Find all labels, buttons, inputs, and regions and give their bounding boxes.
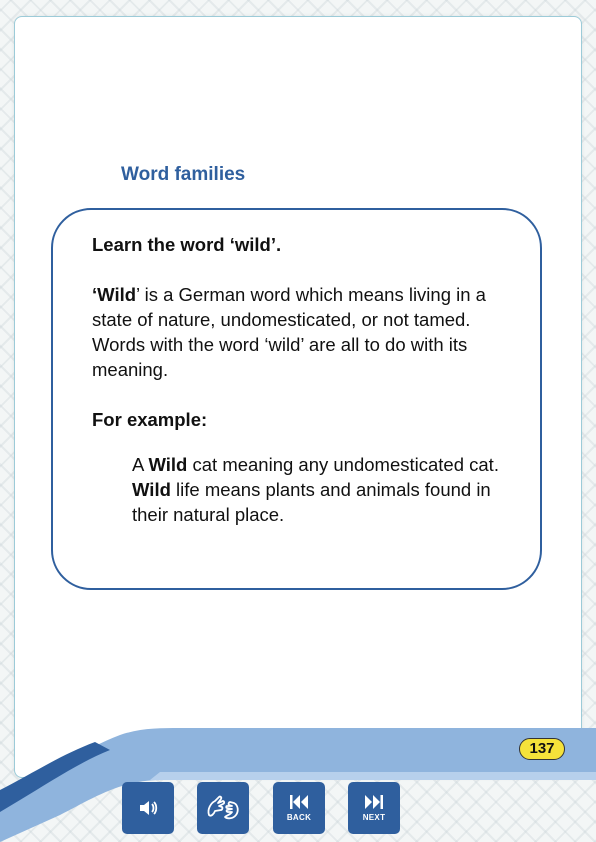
next-label: NEXT bbox=[362, 813, 386, 822]
example-text: cat meaning any undomesticated cat. bbox=[187, 454, 499, 475]
definition-rest: ’ is a German word which means living in… bbox=[92, 284, 486, 380]
speaker-icon bbox=[137, 797, 159, 819]
skip-back-icon bbox=[289, 794, 309, 810]
page-number-badge: 137 bbox=[519, 738, 565, 760]
definition-bold-word: ‘Wild bbox=[92, 284, 137, 305]
example-list: A Wild cat meaning any undomesticated ca… bbox=[132, 452, 512, 527]
skip-forward-icon bbox=[364, 794, 384, 810]
example-bold-word: Wild bbox=[148, 454, 188, 475]
example-text: life means plants and animals found in t… bbox=[132, 479, 491, 525]
audio-button[interactable] bbox=[122, 782, 174, 834]
sign-language-icon bbox=[205, 793, 241, 823]
sign-language-button[interactable] bbox=[197, 782, 249, 834]
content-card: Learn the word ‘wild’. ‘Wild’ is a Germa… bbox=[51, 208, 542, 590]
example-heading: For example: bbox=[92, 409, 208, 430]
next-button[interactable]: NEXT bbox=[348, 782, 400, 834]
back-button[interactable]: BACK bbox=[273, 782, 325, 834]
definition-paragraph: ‘Wild’ is a German word which means livi… bbox=[92, 282, 512, 382]
back-label: BACK bbox=[286, 813, 312, 822]
card-text: Learn the word ‘wild’. ‘Wild’ is a Germa… bbox=[92, 232, 512, 527]
example-item: A Wild cat meaning any undomesticated ca… bbox=[132, 452, 512, 477]
example-prefix: A bbox=[132, 454, 149, 475]
lead-text: Learn the word ‘wild’. bbox=[92, 234, 282, 255]
example-bold-word: Wild bbox=[132, 479, 171, 500]
example-item: Wild life means plants and animals found… bbox=[132, 477, 512, 527]
section-title: Word families bbox=[121, 164, 246, 185]
